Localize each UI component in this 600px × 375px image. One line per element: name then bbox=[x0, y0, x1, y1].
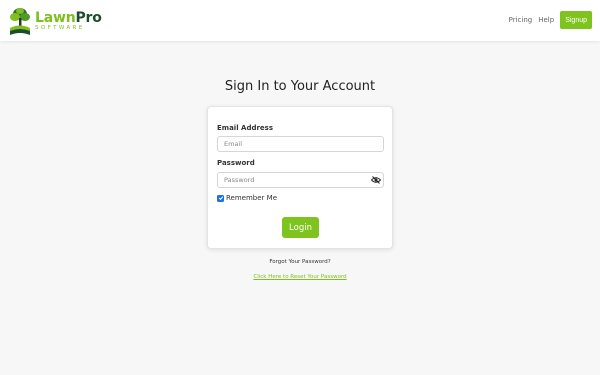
password-label: Password bbox=[217, 159, 255, 167]
remember-me-label[interactable]: Remember Me bbox=[226, 194, 277, 202]
logo-text: LawnPro SOFTWARE bbox=[35, 11, 102, 32]
nav-link-pricing[interactable]: Pricing bbox=[509, 16, 533, 24]
tree-logo-icon bbox=[10, 8, 30, 35]
forgot-password-text: Forgot Your Password? bbox=[269, 259, 331, 265]
reset-password-link[interactable]: Click Here to Reset Your Password bbox=[0, 274, 600, 280]
lawnpro-logo[interactable]: LawnPro SOFTWARE bbox=[8, 5, 102, 37]
nav-links: Pricing Help Signup bbox=[509, 11, 592, 29]
email-label: Email Address bbox=[217, 124, 274, 132]
nav-link-help[interactable]: Help bbox=[538, 16, 554, 24]
password-input[interactable] bbox=[217, 172, 384, 188]
logo-tagline: SOFTWARE bbox=[35, 24, 85, 31]
remember-me-row: Remember Me bbox=[217, 194, 277, 202]
logo-word-lawn: Lawn bbox=[35, 9, 76, 26]
signup-button[interactable]: Signup bbox=[560, 11, 592, 29]
eye-slash-icon[interactable] bbox=[370, 175, 381, 185]
email-input[interactable] bbox=[217, 136, 384, 152]
login-button[interactable]: Login bbox=[282, 217, 319, 238]
logo-wordmark: LawnPro bbox=[35, 11, 102, 25]
logo-word-pro: Pro bbox=[75, 9, 102, 26]
page-title: Sign In to Your Account bbox=[224, 79, 376, 94]
login-form-card: Email Address Password Remember Me Login bbox=[207, 106, 393, 249]
top-navbar: LawnPro SOFTWARE Pricing Help Signup bbox=[0, 0, 600, 41]
remember-me-checkbox[interactable] bbox=[217, 194, 224, 202]
